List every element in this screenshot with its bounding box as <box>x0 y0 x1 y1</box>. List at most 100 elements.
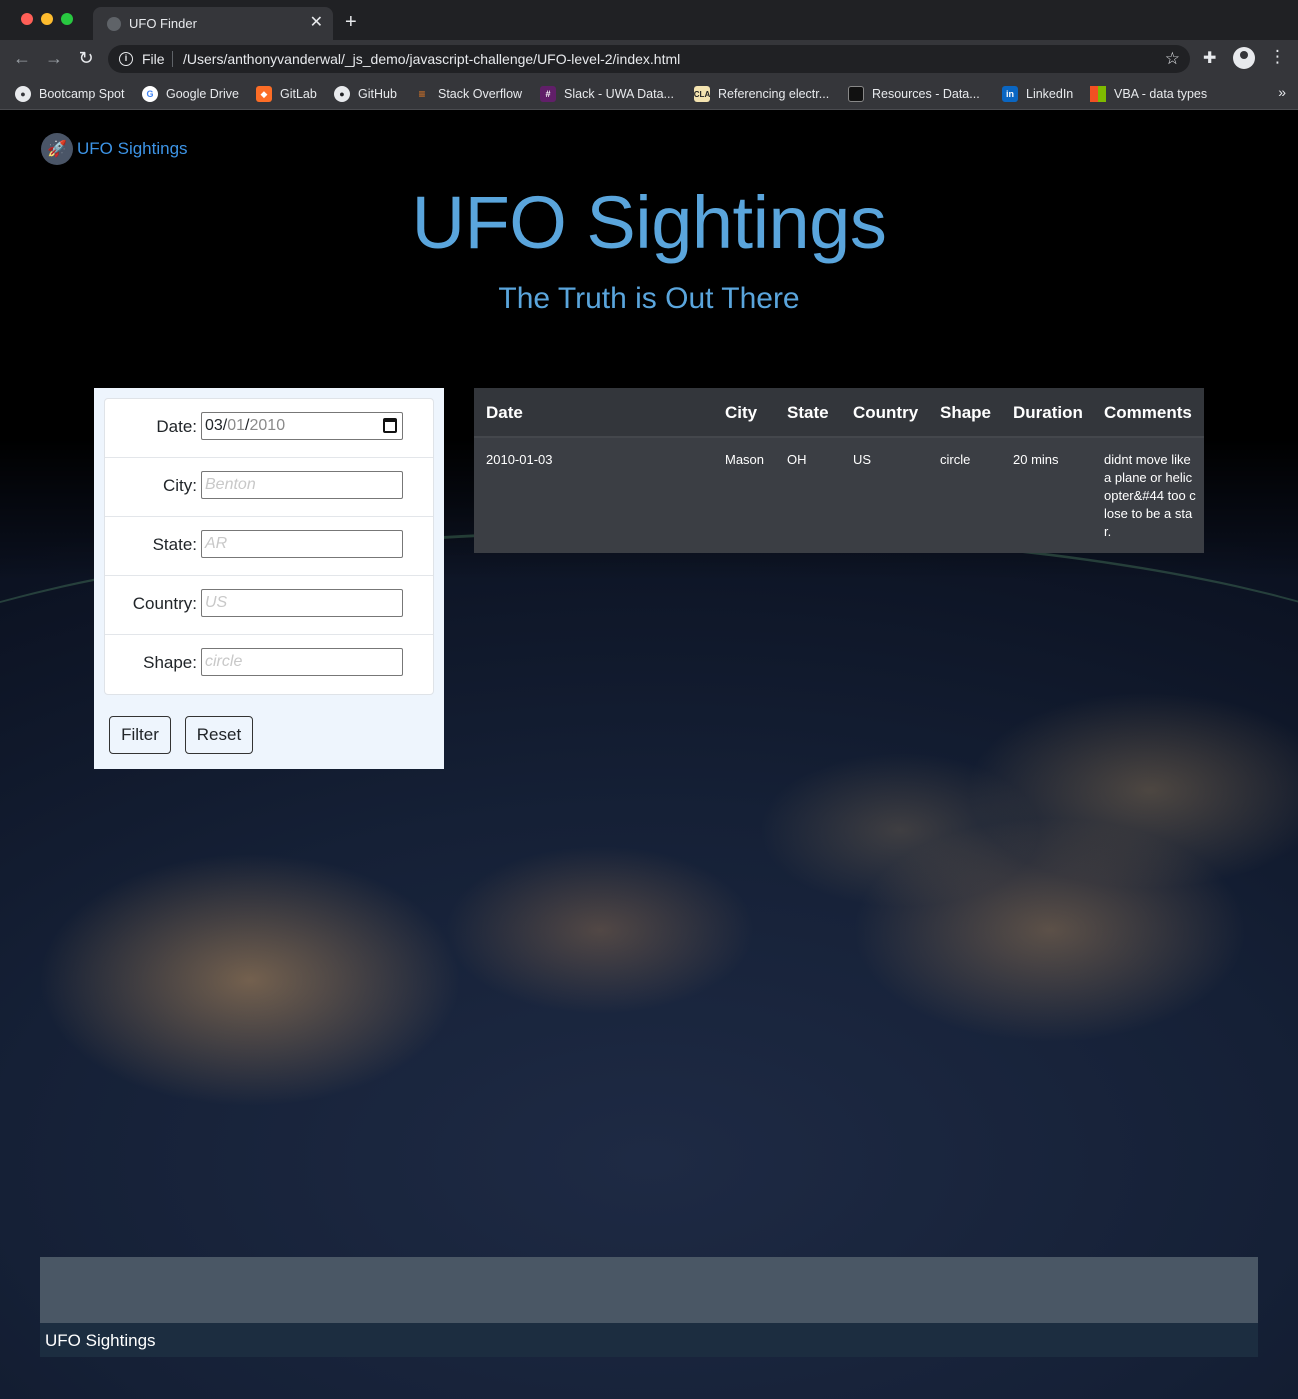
filter-state: State: AR <box>105 517 433 576</box>
table-cell: 2010-01-03 <box>486 452 553 467</box>
bookmark-label: Google Drive <box>166 87 239 101</box>
microsoft-icon <box>1090 86 1106 102</box>
slack-icon: # <box>540 86 556 102</box>
url-scheme: File <box>142 51 165 67</box>
bookmark-item[interactable]: VBA - data types <box>1090 84 1207 104</box>
browser-toolbar: ← → ↻ i File /Users/anthonyvanderwal/_js… <box>0 40 1298 78</box>
brand-text: UFO Sightings <box>77 139 188 158</box>
table-cell: 20 mins <box>1013 452 1059 467</box>
bookmark-label: VBA - data types <box>1114 87 1208 101</box>
bookmark-item[interactable]: ● GitHub <box>334 84 397 104</box>
date-label: Date: <box>156 417 197 436</box>
profile-avatar-icon[interactable] <box>1233 47 1255 69</box>
ufo-table: Date City State Country Shape Duration C… <box>474 388 1204 553</box>
bookmark-item[interactable]: ◆ GitLab <box>256 84 317 104</box>
bookmark-item[interactable]: G Google Drive <box>142 84 239 104</box>
bookmark-item[interactable]: in LinkedIn <box>1002 84 1073 104</box>
date-day: 01 <box>227 417 246 434</box>
state-label: State: <box>152 535 197 554</box>
tab-title: UFO Finder <box>129 16 197 31</box>
bookmark-label: Bootcamp Spot <box>39 87 125 101</box>
bookmarks-bar: ● Bootcamp Spot G Google Drive ◆ GitLab … <box>0 78 1298 110</box>
browser-tab[interactable]: UFO Finder ✕ <box>93 7 333 40</box>
url-text[interactable]: /Users/anthonyvanderwal/_js_demo/javascr… <box>183 51 680 67</box>
table-cell: didnt move like a plane or helicopter&#4… <box>1104 452 1196 539</box>
maximize-window-button[interactable] <box>61 13 73 25</box>
shape-label: Shape: <box>143 653 197 672</box>
column-header: City <box>725 403 758 422</box>
new-tab-button[interactable]: + <box>345 11 357 33</box>
page-viewport: 🚀 UFO Sightings UFO Sightings The Truth … <box>0 110 1298 1399</box>
column-header: Comments <box>1104 403 1192 422</box>
page-subtitle: The Truth is Out There <box>498 282 800 315</box>
filter-city: City: Benton <box>105 458 433 517</box>
city-input[interactable]: Benton <box>201 471 403 499</box>
bookmark-label: GitLab <box>280 87 317 101</box>
bookmark-label: LinkedIn <box>1026 87 1074 101</box>
page-title: UFO Sightings <box>411 181 887 264</box>
footer-top <box>40 1257 1258 1323</box>
close-icon[interactable]: ✕ <box>310 13 323 33</box>
filter-list: Date: 03/01/2010 City: Benton State: AR … <box>104 398 434 695</box>
column-header: Country <box>853 403 919 422</box>
bookmark-item[interactable]: Resources - Data... <box>848 84 980 104</box>
table-cell: circle <box>940 452 971 467</box>
filter-panel: Date: 03/01/2010 City: Benton State: AR … <box>94 388 444 769</box>
stackoverflow-icon: ≡ <box>418 87 426 101</box>
filter-button[interactable]: Filter <box>109 716 171 754</box>
shape-input[interactable]: circle <box>201 648 403 676</box>
bookmark-label: GitHub <box>358 87 397 101</box>
cla-icon: CLA <box>694 86 710 102</box>
filter-country: Country: US <box>105 576 433 635</box>
footer-text: UFO Sightings <box>45 1331 156 1350</box>
tab-strip: UFO Finder ✕ + <box>0 0 1298 40</box>
bookmark-item[interactable]: CLA Referencing electr... <box>694 84 829 104</box>
github-icon: ● <box>334 86 350 102</box>
calendar-icon[interactable] <box>383 418 397 433</box>
reset-button[interactable]: Reset <box>185 716 253 754</box>
footer: UFO Sightings <box>40 1323 1258 1357</box>
gitlab-icon: ◆ <box>256 86 272 102</box>
globe-icon: ● <box>15 86 31 102</box>
bookmark-star-icon[interactable]: ☆ <box>1165 49 1180 69</box>
kebab-menu-icon[interactable]: ⋮ <box>1269 48 1286 66</box>
date-month: 03 <box>205 417 223 434</box>
table-cell: Mason <box>725 452 765 467</box>
table-cell: US <box>853 452 872 467</box>
google-icon: G <box>142 86 158 102</box>
info-icon[interactable]: i <box>119 52 133 66</box>
column-header: Date <box>486 403 523 422</box>
table-header: Date City State Country Shape Duration C… <box>474 388 1204 438</box>
close-window-button[interactable] <box>21 13 33 25</box>
forward-icon[interactable]: → <box>43 48 65 68</box>
date-year: 2010 <box>249 417 286 434</box>
column-header: State <box>787 403 829 422</box>
bookmark-label: Referencing electr... <box>718 87 830 101</box>
globe-icon <box>107 17 121 31</box>
bookmark-item[interactable]: ≡ Stack Overflow <box>414 84 522 104</box>
rocket-icon: 🚀 <box>41 133 73 165</box>
navbar-brand[interactable]: 🚀 UFO Sightings <box>41 133 188 165</box>
state-input[interactable]: AR <box>201 530 403 558</box>
back-icon[interactable]: ← <box>11 48 33 68</box>
book-icon <box>848 86 864 102</box>
column-header: Shape <box>940 403 992 422</box>
bookmark-label: Resources - Data... <box>872 87 980 101</box>
table-cell: OH <box>787 452 807 467</box>
address-bar[interactable]: i File /Users/anthonyvanderwal/_js_demo/… <box>108 45 1190 73</box>
extensions-icon[interactable]: ✚ <box>1203 48 1216 68</box>
country-label: Country: <box>132 594 197 613</box>
linkedin-icon: in <box>1002 86 1018 102</box>
filter-date: Date: 03/01/2010 <box>105 399 433 458</box>
country-input[interactable]: US <box>201 589 403 617</box>
column-header: Duration <box>1013 403 1083 422</box>
reload-icon[interactable]: ↻ <box>75 48 97 68</box>
bookmark-item[interactable]: ● Bootcamp Spot <box>15 84 124 104</box>
bookmark-label: Stack Overflow <box>438 87 523 101</box>
bookmark-label: Slack - UWA Data... <box>564 87 674 101</box>
filter-shape: Shape: circle <box>105 635 433 694</box>
bookmark-item[interactable]: # Slack - UWA Data... <box>540 84 674 104</box>
more-bookmarks-icon[interactable]: » <box>1278 84 1286 100</box>
minimize-window-button[interactable] <box>41 13 53 25</box>
date-input[interactable]: 03/01/2010 <box>201 412 403 440</box>
